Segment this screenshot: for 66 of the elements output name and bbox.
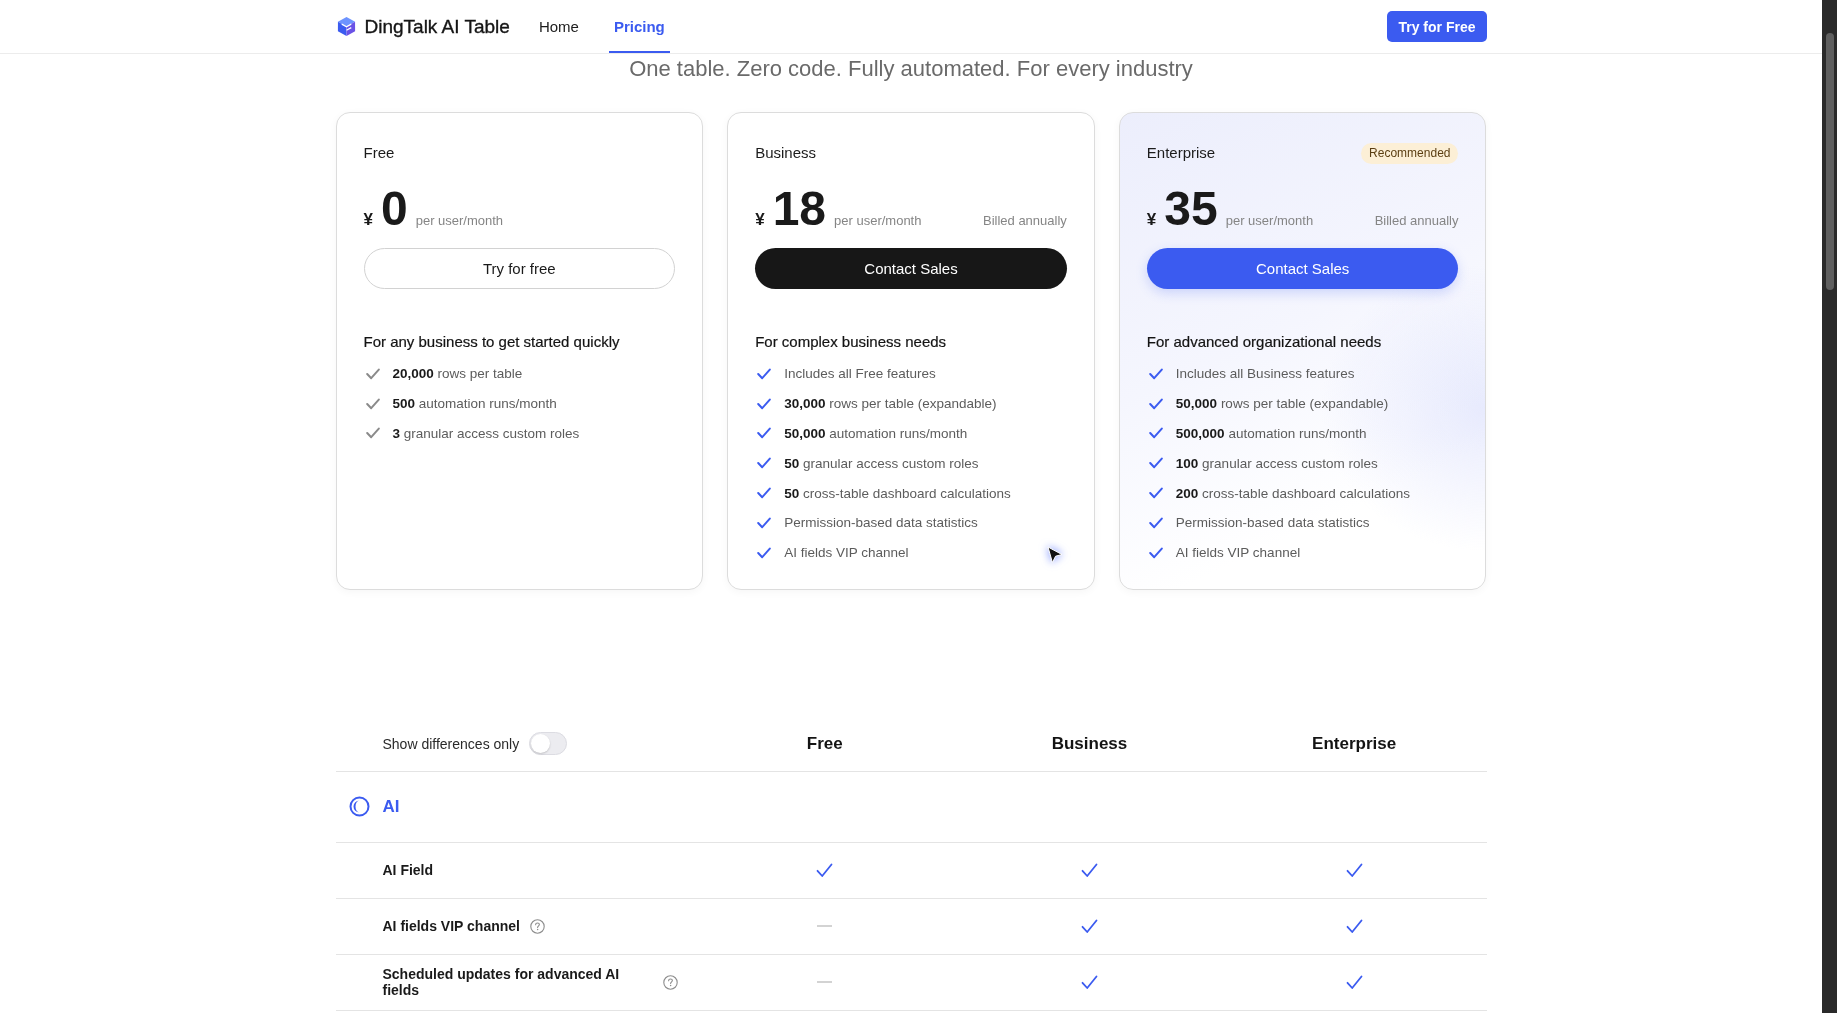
price-amount: 0: [380, 185, 408, 233]
dash-icon: [817, 981, 833, 984]
plan-name: Free: [363, 143, 395, 163]
billing-note: Billed annually: [1374, 213, 1459, 228]
plan-badge: Recommended: [1361, 142, 1459, 164]
plan-description: For advanced organizational needs: [1146, 332, 1383, 352]
check-icon: [1081, 974, 1098, 990]
feature-name: AI Field: [382, 862, 434, 879]
column-heading: Enterprise: [1312, 733, 1397, 754]
price-amount: 35: [1164, 185, 1218, 233]
column-heading: Free: [806, 733, 843, 754]
check-icon: [1081, 918, 1098, 934]
price-unit: per user/month: [834, 213, 922, 228]
plan-button[interactable]: Contact Sales: [1146, 248, 1459, 289]
feature-text: 50 cross-table dashboard calculations: [784, 485, 1011, 501]
page-subheading: One table. Zero code. Fully automated. For every industry: [629, 58, 1193, 80]
nav-link[interactable]: Pricing: [608, 0, 670, 53]
currency-symbol: ¥: [755, 210, 765, 230]
feature-name: Scheduled updates for advanced AI fields: [382, 966, 621, 999]
price-unit: per user/month: [1225, 213, 1314, 228]
plan-name: Enterprise: [1146, 143, 1216, 163]
currency-symbol: ¥: [1146, 210, 1157, 230]
check-icon: [816, 862, 834, 878]
column-heading: Business: [1051, 733, 1128, 754]
price-amount: 18: [772, 185, 826, 233]
feature-text: 3 granular access custom roles: [392, 426, 580, 441]
plan-button[interactable]: Try for free: [363, 248, 676, 289]
feature-text: 50 granular access custom roles: [784, 455, 979, 471]
feature-name: AI fields VIP channel: [382, 918, 520, 935]
feature-text: 100 granular access custom roles: [1175, 455, 1378, 471]
plan-description: For complex business needs: [755, 332, 948, 352]
currency-symbol: ¥: [363, 210, 373, 230]
check-icon: [1345, 862, 1363, 878]
feature-text: 50,000 automation runs/month: [784, 426, 968, 441]
scrollbar-thumb[interactable]: [1826, 33, 1834, 290]
cube-logo-icon[interactable]: [335, 16, 357, 37]
nav-link[interactable]: Home: [533, 0, 584, 53]
section-title: AI: [382, 796, 400, 817]
check-icon: [1345, 974, 1363, 990]
feature-text: AI fields VIP channel: [1175, 545, 1301, 561]
dash-icon: [817, 925, 833, 928]
feature-text: 500,000 automation runs/month: [1175, 426, 1367, 441]
feature-text: Permission-based data statistics: [784, 515, 978, 531]
billing-note: Billed annually: [983, 213, 1067, 228]
plan-name: Business: [755, 143, 817, 163]
feature-text: Includes all Business features: [1175, 366, 1355, 382]
check-icon: [1345, 918, 1363, 934]
feature-text: 200 cross-table dashboard calculations: [1175, 485, 1410, 501]
circle-icon: [348, 796, 370, 818]
plan-description: For any business to get started quickly: [363, 332, 621, 352]
toggle-label: Show differences only: [382, 735, 520, 752]
feature-text: 500 automation runs/month: [392, 396, 557, 412]
help-icon[interactable]: [529, 918, 545, 934]
plan-button[interactable]: Contact Sales: [755, 248, 1067, 289]
feature-text: AI fields VIP channel: [784, 545, 909, 561]
cta-button[interactable]: Try for Free: [1387, 11, 1487, 42]
feature-text: 20,000 rows per table: [392, 366, 523, 382]
feature-text: Includes all Free features: [784, 366, 936, 382]
feature-text: 50,000 rows per table (expandable): [1175, 396, 1389, 412]
price-unit: per user/month: [415, 213, 504, 228]
brand-name: DingTalk AI Table: [364, 15, 510, 38]
toggle-switch[interactable]: [529, 732, 568, 756]
feature-text: 30,000 rows per table (expandable): [784, 396, 997, 412]
feature-text: Permission-based data statistics: [1175, 515, 1370, 531]
help-icon[interactable]: [662, 974, 678, 990]
check-icon: [1081, 862, 1098, 878]
